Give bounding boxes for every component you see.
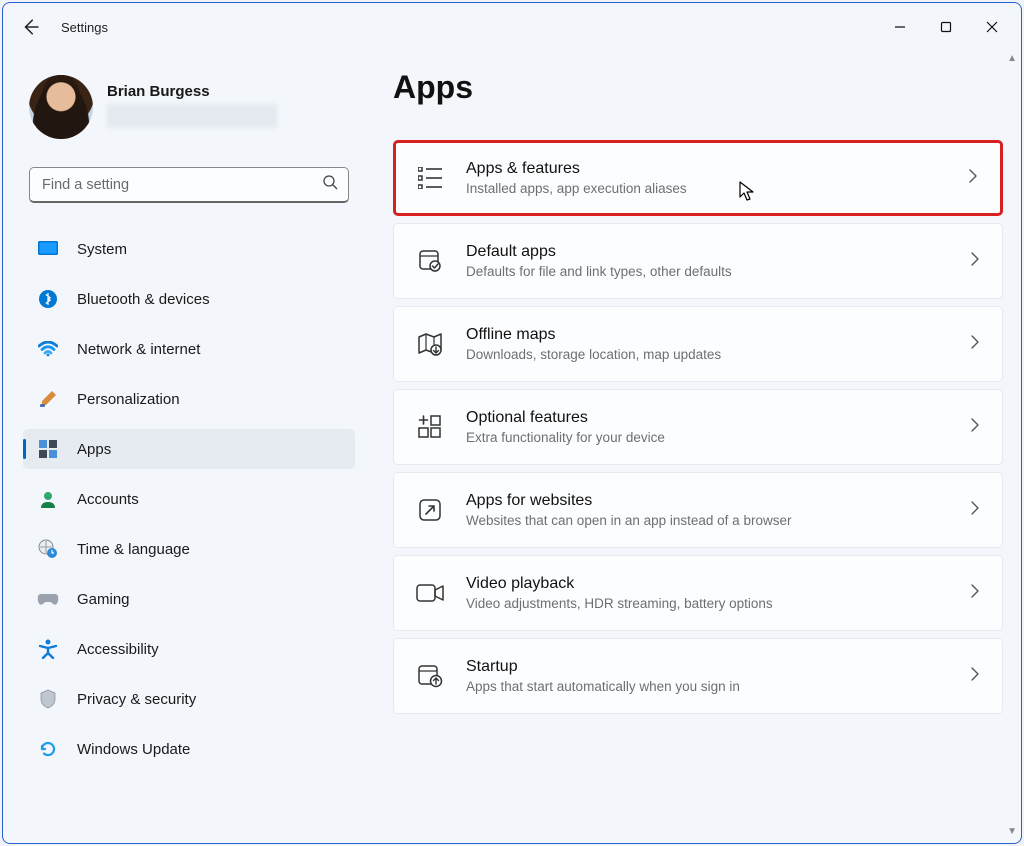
card-video-playback[interactable]: Video playback Video adjustments, HDR st… [393,555,1003,631]
minimize-button[interactable] [877,7,923,47]
shield-icon [37,688,59,710]
sidebar-item-label: Privacy & security [77,691,196,708]
wifi-icon [37,338,59,360]
card-sub: Installed apps, app execution aliases [466,181,687,198]
card-title: Offline maps [466,325,721,345]
search-input[interactable] [40,176,322,194]
chevron-right-icon [970,335,980,354]
map-icon [416,332,444,356]
sidebar-item-system[interactable]: System [23,229,355,269]
app-title: Settings [61,20,108,35]
card-sub: Defaults for file and link types, other … [466,264,732,281]
card-title: Startup [466,657,740,677]
sidebar-item-bluetooth[interactable]: Bluetooth & devices [23,279,355,319]
avatar [29,75,93,139]
scroll-up-icon[interactable]: ▲ [1007,53,1017,64]
startup-icon [416,664,444,688]
update-icon [37,738,59,760]
sidebar-item-label: Network & internet [77,341,200,358]
sidebar-item-label: Gaming [77,591,130,608]
card-startup[interactable]: Startup Apps that start automatically wh… [393,638,1003,714]
sidebar-item-gaming[interactable]: Gaming [23,579,355,619]
chevron-right-icon [970,667,980,686]
card-optional-features[interactable]: Optional features Extra functionality fo… [393,389,1003,465]
sidebar-item-label: Personalization [77,391,180,408]
card-apps-for-websites[interactable]: Apps for websites Websites that can open… [393,472,1003,548]
sidebar-item-network[interactable]: Network & internet [23,329,355,369]
sidebar-item-time-language[interactable]: Time & language [23,529,355,569]
card-sub: Websites that can open in an app instead… [466,513,791,530]
chevron-right-icon [970,418,980,437]
gamepad-icon [37,588,59,610]
card-default-apps[interactable]: Default apps Defaults for file and link … [393,223,1003,299]
chevron-right-icon [970,501,980,520]
card-sub: Video adjustments, HDR streaming, batter… [466,596,773,613]
back-button[interactable] [21,18,39,36]
apps-websites-icon [416,498,444,522]
bluetooth-icon [37,288,59,310]
default-apps-icon [416,249,444,273]
titlebar: Settings [3,3,1021,51]
sidebar-item-label: Accessibility [77,641,159,658]
card-title: Apps & features [466,159,687,179]
search-icon [322,174,338,195]
brush-icon [37,388,59,410]
sidebar-item-label: Windows Update [77,741,190,758]
chevron-right-icon [970,584,980,603]
globe-clock-icon [37,538,59,560]
sidebar-item-accounts[interactable]: Accounts [23,479,355,519]
sidebar-item-label: Bluetooth & devices [77,291,210,308]
page-title: Apps [393,69,1003,106]
profile-block[interactable]: Brian Burgess [23,75,355,139]
system-icon [37,238,59,260]
card-title: Optional features [466,408,665,428]
card-offline-maps[interactable]: Offline maps Downloads, storage location… [393,306,1003,382]
sidebar-item-personalization[interactable]: Personalization [23,379,355,419]
sidebar-item-windows-update[interactable]: Windows Update [23,729,355,769]
apps-icon [37,438,59,460]
chevron-right-icon [968,169,978,188]
sidebar-item-label: Accounts [77,491,139,508]
sidebar-item-label: System [77,241,127,258]
video-icon [416,583,444,603]
person-icon [37,488,59,510]
chevron-right-icon [970,252,980,271]
scroll-down-icon[interactable]: ▼ [1007,826,1017,837]
profile-email-redacted [107,104,277,128]
sidebar-item-label: Time & language [77,541,190,558]
accessibility-icon [37,638,59,660]
search-box[interactable] [29,167,349,203]
close-button[interactable] [969,7,1015,47]
card-title: Default apps [466,242,732,262]
optional-features-icon [416,415,444,439]
sidebar-item-label: Apps [77,441,111,458]
card-sub: Extra functionality for your device [466,430,665,447]
sidebar-nav: System Bluetooth & devices Network & int… [23,225,355,773]
card-apps-features[interactable]: Apps & features Installed apps, app exec… [393,140,1003,216]
card-sub: Downloads, storage location, map updates [466,347,721,364]
sidebar-item-accessibility[interactable]: Accessibility [23,629,355,669]
maximize-button[interactable] [923,7,969,47]
profile-name: Brian Burgess [107,83,277,100]
sidebar-item-privacy[interactable]: Privacy & security [23,679,355,719]
list-icon [416,167,444,189]
sidebar-item-apps[interactable]: Apps [23,429,355,469]
card-title: Apps for websites [466,491,791,511]
card-title: Video playback [466,574,773,594]
card-sub: Apps that start automatically when you s… [466,679,740,696]
